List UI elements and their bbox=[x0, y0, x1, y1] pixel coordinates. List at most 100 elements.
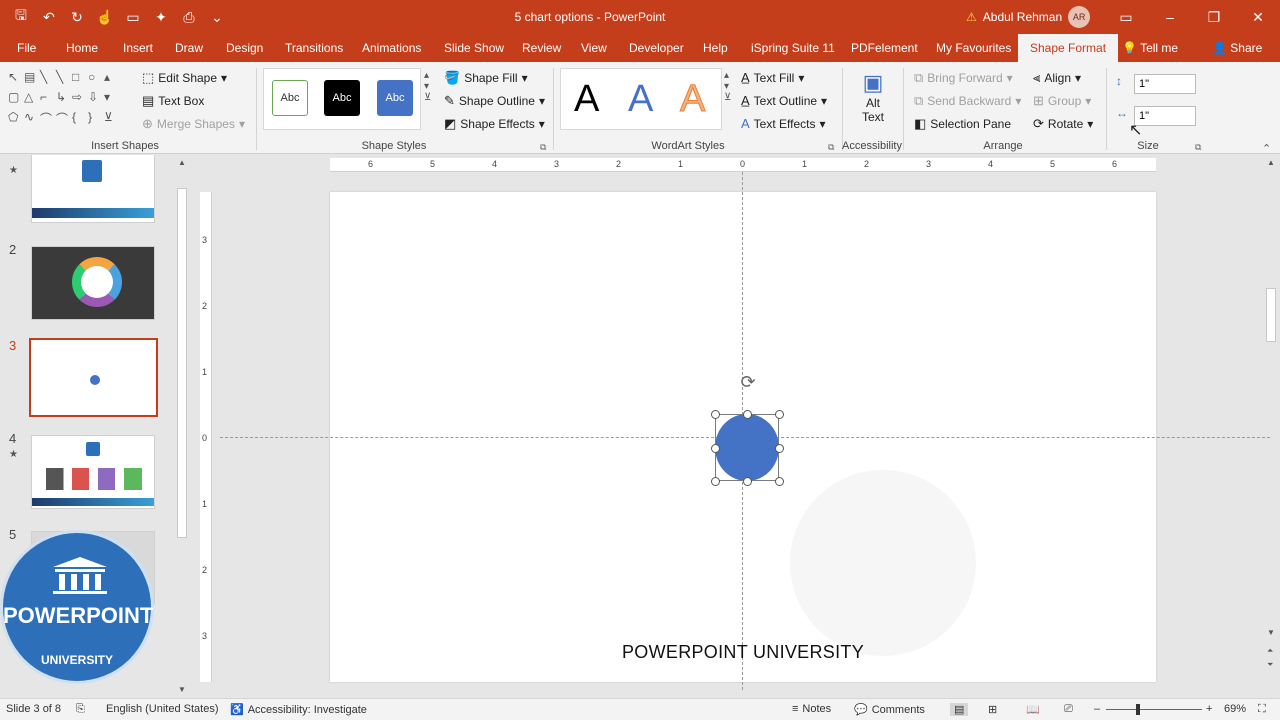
styles-scroll-icon[interactable]: ▴ ▾ ⊻ bbox=[424, 70, 431, 103]
shape-height-input[interactable] bbox=[1134, 74, 1196, 94]
style-blue[interactable]: Abc bbox=[377, 80, 413, 116]
wordart-blue[interactable]: A bbox=[628, 78, 653, 121]
selection-pane-button[interactable]: ◧ Selection Pane bbox=[914, 116, 1011, 132]
style-black[interactable]: Abc bbox=[324, 80, 360, 116]
shape-width-input[interactable] bbox=[1134, 106, 1196, 126]
resize-handle-sw[interactable] bbox=[711, 477, 720, 486]
scroll-down-icon[interactable]: ▾ bbox=[104, 90, 120, 110]
tell-me[interactable]: 💡 Tell me bbox=[1122, 34, 1178, 62]
line-icon[interactable]: ╲ bbox=[40, 70, 56, 90]
slide-thumbnail-1[interactable] bbox=[31, 155, 155, 223]
scribble-icon[interactable]: ∿ bbox=[24, 110, 40, 130]
group-button[interactable]: ⊞ Group ▾ bbox=[1033, 93, 1091, 109]
text-box-button[interactable]: ▤ Text Box bbox=[142, 93, 204, 109]
resize-handle-n[interactable] bbox=[743, 410, 752, 419]
edit-shape-button[interactable]: ⬚ Edit Shape ▾ bbox=[142, 70, 227, 86]
user-account[interactable]: ⚠ Abdul Rehman AR bbox=[966, 6, 1091, 28]
arc-icon[interactable]: ⌒ bbox=[56, 110, 72, 130]
tab-file[interactable]: File bbox=[17, 34, 36, 62]
tab-insert[interactable]: Insert bbox=[123, 34, 153, 62]
tab-view[interactable]: View bbox=[581, 34, 607, 62]
zoom-slider[interactable] bbox=[1106, 709, 1202, 710]
avatar[interactable]: AR bbox=[1068, 6, 1091, 28]
resize-handle-se[interactable] bbox=[775, 477, 784, 486]
close-icon[interactable]: ✕ bbox=[1236, 0, 1280, 34]
tab-shape-format[interactable]: Shape Format bbox=[1018, 34, 1119, 62]
thumbnails-scrollbar[interactable]: ▲ ▼ bbox=[176, 158, 188, 694]
rotate-button[interactable]: ⟳ Rotate ▾ bbox=[1033, 116, 1093, 132]
merge-shapes-button[interactable]: ⊕ Merge Shapes ▾ bbox=[142, 116, 245, 132]
resize-handle-ne[interactable] bbox=[775, 410, 784, 419]
tab-home[interactable]: Home bbox=[66, 34, 98, 62]
curve-icon[interactable]: ⌒ bbox=[40, 110, 56, 130]
share-button[interactable]: 👤 Share bbox=[1212, 34, 1262, 62]
slide-scrollbar[interactable]: ▲ ▼ ⏶ ⏷ bbox=[1264, 158, 1278, 678]
tab-pdfelement[interactable]: PDFelement bbox=[851, 34, 918, 62]
brace-left-icon[interactable]: { bbox=[72, 110, 88, 130]
resize-handle-nw[interactable] bbox=[711, 410, 720, 419]
rounded-rect-icon[interactable]: ▢ bbox=[8, 90, 24, 110]
rectangle-icon[interactable]: □ bbox=[72, 70, 88, 90]
prev-slide-icon[interactable]: ⏶ bbox=[1267, 646, 1273, 656]
comments-button[interactable]: 💬 Comments bbox=[854, 703, 925, 717]
text-outline-button[interactable]: A̲ Text Outline ▾ bbox=[741, 93, 827, 108]
resize-handle-w[interactable] bbox=[711, 444, 720, 453]
scroll-down-icon[interactable]: ▼ bbox=[178, 685, 186, 694]
slideshow-view-icon[interactable]: ⎚ bbox=[1064, 703, 1073, 716]
slide-thumbnail-2[interactable] bbox=[31, 246, 155, 320]
shape-outline-button[interactable]: ✎ Shape Outline ▾ bbox=[444, 93, 545, 109]
shape-effects-button[interactable]: ◩ Shape Effects ▾ bbox=[444, 116, 545, 132]
dialog-launcher-icon[interactable]: ⧉ bbox=[1195, 142, 1201, 153]
wordart-orange[interactable]: A bbox=[679, 78, 705, 121]
maximize-icon[interactable]: ❐ bbox=[1192, 0, 1236, 34]
arrow-right-icon[interactable]: ⇨ bbox=[72, 90, 88, 110]
notes-button[interactable]: ≡ Notes bbox=[792, 703, 831, 715]
tab-transitions[interactable]: Transitions bbox=[285, 34, 343, 62]
elbow-icon[interactable]: ⌐ bbox=[40, 90, 56, 110]
zoom-out-icon[interactable]: – bbox=[1094, 703, 1100, 715]
normal-view-icon[interactable]: ▤ bbox=[950, 703, 969, 716]
accessibility-status[interactable]: ♿ Accessibility: Investigate bbox=[230, 703, 367, 717]
textbox-icon[interactable]: ▤ bbox=[24, 70, 40, 90]
tab-review[interactable]: Review bbox=[522, 34, 561, 62]
wordart-scroll-icon[interactable]: ▴ ▾ ⊻ bbox=[724, 70, 731, 103]
rotate-handle-icon[interactable]: ⟳ bbox=[737, 371, 759, 393]
tab-draw[interactable]: Draw bbox=[175, 34, 203, 62]
freeform-icon[interactable]: ⬠ bbox=[8, 110, 24, 130]
triangle-icon[interactable]: △ bbox=[24, 90, 40, 110]
zoom-slider-knob[interactable] bbox=[1136, 704, 1140, 715]
send-backward-button[interactable]: ⧉ Send Backward ▾ bbox=[914, 93, 1021, 109]
scroll-up-icon[interactable]: ▲ bbox=[178, 158, 186, 167]
oval-icon[interactable]: ○ bbox=[88, 70, 104, 90]
style-outline-green[interactable]: Abc bbox=[272, 80, 308, 116]
expand-icon[interactable]: ⊻ bbox=[104, 110, 120, 130]
reading-view-icon[interactable]: 📖 bbox=[1026, 703, 1040, 716]
scrollbar-thumb[interactable] bbox=[1266, 288, 1276, 342]
tab-ispring[interactable]: iSpring Suite 11 bbox=[751, 34, 835, 62]
brace-right-icon[interactable]: } bbox=[88, 110, 104, 130]
line-icon[interactable]: ╲ bbox=[56, 70, 72, 90]
text-effects-button[interactable]: A Text Effects ▾ bbox=[741, 116, 826, 131]
more-icon[interactable]: ▴ bbox=[104, 70, 120, 90]
tab-design[interactable]: Design bbox=[226, 34, 263, 62]
bring-forward-button[interactable]: ⧉ Bring Forward ▾ bbox=[914, 70, 1013, 86]
minimize-icon[interactable]: – bbox=[1148, 0, 1192, 34]
tab-animations[interactable]: Animations bbox=[362, 34, 421, 62]
scroll-down-icon[interactable]: ▼ bbox=[1267, 628, 1275, 637]
language-status[interactable]: English (United States) bbox=[106, 703, 219, 715]
arrow-down-icon[interactable]: ⇩ bbox=[88, 90, 104, 110]
spellcheck-icon[interactable]: ⎘ bbox=[76, 703, 85, 716]
line-arrow-icon[interactable]: ↖ bbox=[8, 70, 24, 90]
slide-thumbnail-4[interactable] bbox=[31, 435, 155, 509]
resize-handle-s[interactable] bbox=[743, 477, 752, 486]
scrollbar-thumb[interactable] bbox=[177, 188, 187, 538]
next-slide-icon[interactable]: ⏷ bbox=[1267, 660, 1273, 670]
tab-my-favourites[interactable]: My Favourites bbox=[936, 34, 1011, 62]
shape-fill-button[interactable]: 🪣 Shape Fill ▾ bbox=[444, 70, 528, 86]
slide-footer-text[interactable]: POWERPOINT UNIVERSITY bbox=[330, 642, 1156, 663]
scroll-up-icon[interactable]: ▲ bbox=[1267, 158, 1275, 167]
zoom-level[interactable]: 69% bbox=[1224, 703, 1246, 715]
resize-handle-e[interactable] bbox=[775, 444, 784, 453]
tab-help[interactable]: Help bbox=[703, 34, 728, 62]
fit-slide-icon[interactable]: ⛶ bbox=[1258, 703, 1266, 716]
